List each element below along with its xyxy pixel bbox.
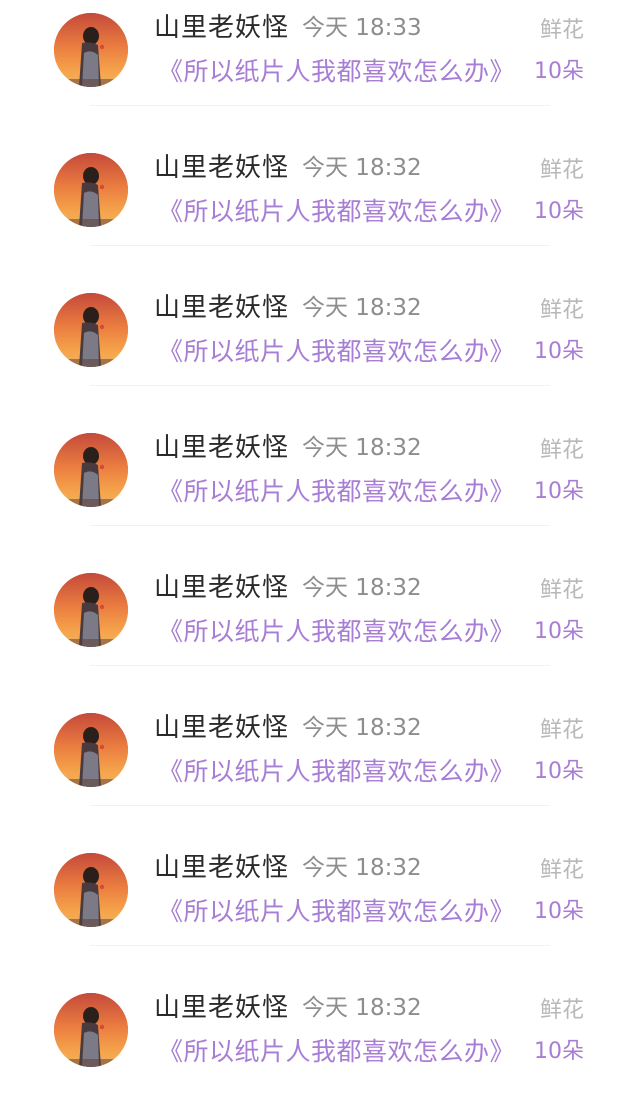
work-title-link[interactable]: 《所以纸片人我都喜欢怎么办》 — [158, 894, 515, 930]
timestamp: 今天 18:32 — [302, 575, 422, 601]
timestamp: 今天 18:33 — [302, 15, 422, 41]
gift-count: 10朵 — [534, 1039, 584, 1064]
user-name[interactable]: 山里老妖怪 — [154, 710, 289, 746]
divider — [90, 245, 550, 246]
divider — [90, 385, 550, 386]
gift-count: 10朵 — [534, 199, 584, 224]
divider — [90, 945, 550, 946]
avatar[interactable] — [54, 293, 128, 367]
timestamp: 今天 18:32 — [302, 855, 422, 881]
list-item[interactable]: 山里老妖怪 今天 18:32 鲜花 《所以纸片人我都喜欢怎么办》 10朵 — [0, 420, 640, 560]
list-item[interactable]: 山里老妖怪 今天 18:32 鲜花 《所以纸片人我都喜欢怎么办》 10朵 — [0, 560, 640, 700]
user-name[interactable]: 山里老妖怪 — [154, 150, 289, 186]
list-item[interactable]: 山里老妖怪 今天 18:32 鲜花 《所以纸片人我都喜欢怎么办》 10朵 — [0, 280, 640, 420]
work-title-link[interactable]: 《所以纸片人我都喜欢怎么办》 — [158, 54, 515, 90]
list-item[interactable]: 山里老妖怪 今天 18:33 鲜花 《所以纸片人我都喜欢怎么办》 10朵 — [0, 0, 640, 140]
gift-type-label: 鲜花 — [539, 298, 584, 323]
girl-sunset-avatar-icon — [54, 13, 128, 87]
divider — [90, 105, 550, 106]
list-item[interactable]: 山里老妖怪 今天 18:32 鲜花 《所以纸片人我都喜欢怎么办》 10朵 — [0, 700, 640, 840]
divider — [90, 525, 550, 526]
work-title-link[interactable]: 《所以纸片人我都喜欢怎么办》 — [158, 614, 515, 650]
work-title-link[interactable]: 《所以纸片人我都喜欢怎么办》 — [158, 194, 515, 230]
gift-type-label: 鲜花 — [539, 578, 584, 603]
timestamp: 今天 18:32 — [302, 155, 422, 181]
timestamp: 今天 18:32 — [302, 715, 422, 741]
gift-count: 10朵 — [534, 479, 584, 504]
gift-count: 10朵 — [534, 759, 584, 784]
divider — [90, 665, 550, 666]
timestamp: 今天 18:32 — [302, 435, 422, 461]
girl-sunset-avatar-icon — [54, 993, 128, 1067]
avatar[interactable] — [54, 713, 128, 787]
work-title-link[interactable]: 《所以纸片人我都喜欢怎么办》 — [158, 1034, 515, 1070]
gift-count: 10朵 — [534, 59, 584, 84]
gift-type-label: 鲜花 — [539, 438, 584, 463]
timestamp: 今天 18:32 — [302, 995, 422, 1021]
avatar[interactable] — [54, 573, 128, 647]
girl-sunset-avatar-icon — [54, 713, 128, 787]
user-name[interactable]: 山里老妖怪 — [154, 850, 289, 886]
list-item[interactable]: 山里老妖怪 今天 18:32 鲜花 《所以纸片人我都喜欢怎么办》 10朵 — [0, 980, 640, 1120]
work-title-link[interactable]: 《所以纸片人我都喜欢怎么办》 — [158, 334, 515, 370]
list-item[interactable]: 山里老妖怪 今天 18:32 鲜花 《所以纸片人我都喜欢怎么办》 10朵 — [0, 840, 640, 980]
user-name[interactable]: 山里老妖怪 — [154, 570, 289, 606]
girl-sunset-avatar-icon — [54, 153, 128, 227]
list-item[interactable]: 山里老妖怪 今天 18:32 鲜花 《所以纸片人我都喜欢怎么办》 10朵 — [0, 140, 640, 280]
timestamp: 今天 18:32 — [302, 295, 422, 321]
gift-type-label: 鲜花 — [539, 158, 584, 183]
gift-count: 10朵 — [534, 339, 584, 364]
user-name[interactable]: 山里老妖怪 — [154, 10, 289, 46]
girl-sunset-avatar-icon — [54, 293, 128, 367]
gift-type-label: 鲜花 — [539, 998, 584, 1023]
avatar[interactable] — [54, 853, 128, 927]
girl-sunset-avatar-icon — [54, 853, 128, 927]
user-name[interactable]: 山里老妖怪 — [154, 290, 289, 326]
gift-count: 10朵 — [534, 619, 584, 644]
user-name[interactable]: 山里老妖怪 — [154, 990, 289, 1026]
user-name[interactable]: 山里老妖怪 — [154, 430, 289, 466]
divider — [90, 805, 550, 806]
gift-count: 10朵 — [534, 899, 584, 924]
gift-type-label: 鲜花 — [539, 718, 584, 743]
gift-record-list: 山里老妖怪 今天 18:33 鲜花 《所以纸片人我都喜欢怎么办》 10朵 山里老… — [0, 0, 640, 1120]
avatar[interactable] — [54, 13, 128, 87]
gift-type-label: 鲜花 — [539, 858, 584, 883]
avatar[interactable] — [54, 433, 128, 507]
work-title-link[interactable]: 《所以纸片人我都喜欢怎么办》 — [158, 754, 515, 790]
girl-sunset-avatar-icon — [54, 433, 128, 507]
avatar[interactable] — [54, 993, 128, 1067]
avatar[interactable] — [54, 153, 128, 227]
work-title-link[interactable]: 《所以纸片人我都喜欢怎么办》 — [158, 474, 515, 510]
gift-type-label: 鲜花 — [539, 18, 584, 43]
girl-sunset-avatar-icon — [54, 573, 128, 647]
